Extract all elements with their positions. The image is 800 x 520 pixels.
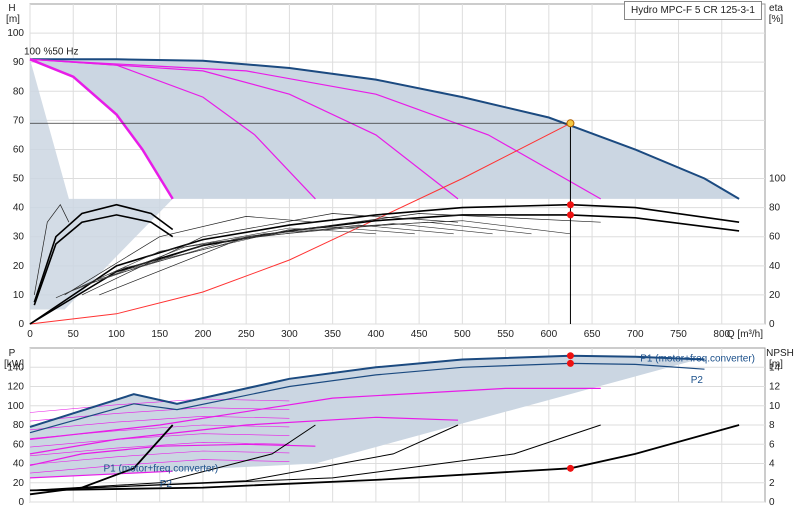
npsh-y-tick-0: 0 [769, 497, 775, 508]
npsh-y-tick-6: 12 [769, 382, 781, 393]
npsh-y-tick-5: 10 [769, 401, 781, 412]
head-axis-label-h: H [8, 3, 15, 14]
npsh-y-tick-4: 8 [769, 420, 775, 431]
eta-axis-unit: [%] [769, 14, 784, 25]
head-x-axis-label: Q [m³/h] [727, 329, 763, 340]
npsh-axis-unit: [m] [769, 359, 783, 370]
head-x-tick-11: 550 [497, 329, 514, 340]
duty-point-marker [566, 119, 575, 128]
speed-annotation: 100 %50 Hz [24, 46, 78, 57]
power-marker-2 [566, 464, 574, 472]
eta-y-tick-5: 100 [769, 174, 786, 185]
eta-y-tick-0: 0 [769, 319, 775, 330]
power-y-tick-5: 100 [7, 401, 24, 412]
head-x-tick-3: 150 [151, 329, 168, 340]
head-y-tick-6: 60 [13, 144, 25, 155]
head-x-tick-6: 300 [281, 329, 298, 340]
head-x-tick-2: 100 [108, 329, 125, 340]
power-y-tick-6: 120 [7, 382, 24, 393]
head-y-tick-3: 30 [13, 232, 25, 243]
head-y-tick-7: 70 [13, 115, 25, 126]
head-y-tick-8: 80 [13, 86, 25, 97]
npsh-y-tick-1: 2 [769, 478, 775, 489]
head-x-tick-7: 350 [324, 329, 341, 340]
power-y-tick-0: 0 [18, 497, 24, 508]
head-x-tick-14: 700 [627, 329, 644, 340]
head-x-tick-5: 250 [238, 329, 255, 340]
power-y-tick-3: 60 [13, 439, 25, 450]
label-p1-left: P1 (motor+freq.converter) [104, 463, 219, 474]
power-y-tick-4: 80 [13, 420, 25, 431]
power-marker-0 [566, 352, 574, 360]
label-p1-right: P1 (motor+freq.converter) [640, 354, 755, 365]
head-x-tick-12: 600 [540, 329, 557, 340]
pump-curve-chart: 0 50 100 150 200 250 300 350 400 450 500 550 600 650 7… [4, 3, 794, 508]
head-y-tick-4: 40 [13, 203, 25, 214]
label-p2-right: P2 [691, 375, 704, 386]
head-x-tick-9: 450 [411, 329, 428, 340]
efficiency-marker-1 [566, 211, 574, 219]
npsh-y-tick-2: 4 [769, 459, 775, 470]
head-y-tick-0: 0 [18, 319, 24, 330]
eta-y-tick-1: 20 [769, 290, 781, 301]
head-x-tick-8: 400 [368, 329, 385, 340]
power-axis-label-p: P [9, 348, 16, 359]
head-y-tick-1: 10 [13, 290, 25, 301]
head-y-tick-9: 90 [13, 57, 25, 68]
power-y-tick-2: 40 [13, 459, 25, 470]
head-x-tick-15: 750 [670, 329, 687, 340]
eta-y-tick-4: 80 [769, 203, 781, 214]
label-p2-left: P2 [160, 479, 173, 490]
eta-y-tick-2: 40 [769, 261, 781, 272]
eta-y-tick-3: 60 [769, 232, 781, 243]
head-x-tick-1: 50 [68, 329, 80, 340]
head-x-tick-4: 200 [195, 329, 212, 340]
eta-axis-label: eta [769, 3, 783, 14]
head-x-tick-0: 0 [27, 329, 33, 340]
head-axis-unit: [m] [6, 14, 20, 25]
head-y-tick-5: 50 [13, 174, 25, 185]
head-x-tick-13: 650 [584, 329, 601, 340]
head-y-tick-10: 100 [7, 28, 24, 39]
efficiency-marker-0 [566, 201, 574, 209]
power-marker-1 [566, 359, 574, 367]
power-y-tick-1: 20 [13, 478, 25, 489]
npsh-axis-label: NPSH [766, 348, 794, 359]
chart-title: Hydro MPC-F 5 CR 125-3-1 [624, 1, 762, 20]
head-y-tick-2: 20 [13, 261, 25, 272]
head-x-tick-10: 500 [454, 329, 471, 340]
npsh-y-tick-3: 6 [769, 439, 775, 450]
power-axis-unit: [kW] [4, 359, 24, 370]
